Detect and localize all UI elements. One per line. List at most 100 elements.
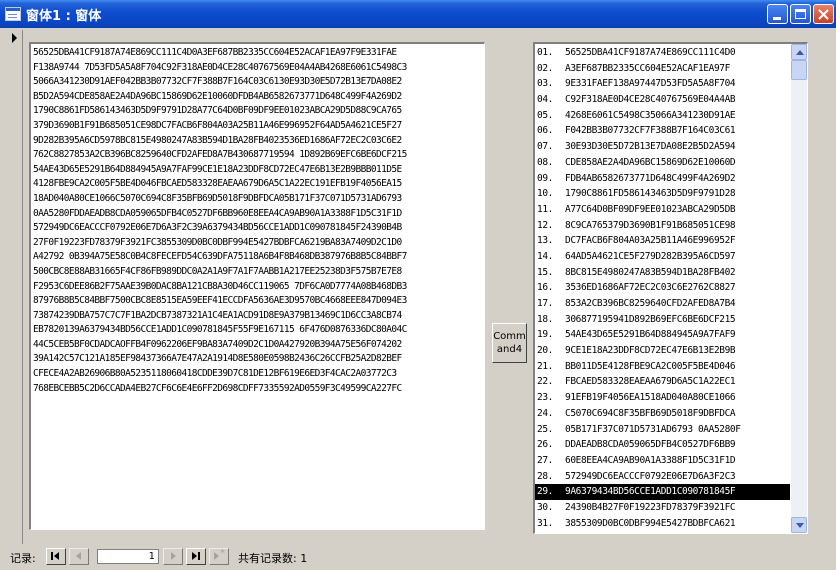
list-item-number: 30.	[537, 501, 553, 513]
list-item[interactable]: 12. 8C9CA765379D3690B1F91B685051CE98	[535, 218, 790, 234]
text-line: 56525DBA41CF9187A74E869CC111C4D0A3EF687B…	[33, 47, 397, 58]
next-record-button[interactable]	[163, 548, 183, 565]
list-item[interactable]: 03. 9E331FAEF138A97447D53FD5A5A8F704	[535, 76, 790, 92]
list-item-number: 12.	[537, 219, 553, 231]
maximize-icon	[795, 9, 806, 19]
list-scrollbar[interactable]	[791, 44, 807, 533]
title-bar[interactable]: 窗体1 : 窗体	[0, 0, 836, 28]
list-item[interactable]: 24. C5070C694C8F35BFB69D5018F9DBFDCA	[535, 406, 790, 422]
text-line: 4128FBE9CA2C005F5BE4D046FBCAED583328EAEA…	[33, 178, 402, 190]
list-item-text: 1790C8861FD586143463D5D9F9791D28	[565, 188, 736, 200]
text-line: 0AA5280FDDAEADB8CDA059065DFB4C0527DF6BB9…	[33, 207, 402, 219]
window-title: 窗体1 : 窗体	[26, 9, 102, 24]
text-line: 18AD040A80CE1066C5070C694C8F35BFB69D5018…	[33, 192, 402, 204]
record-label: 记录:	[10, 552, 36, 565]
list-item[interactable]: 04. C92F318AE0D4CE28C40767569E04A4AB	[535, 92, 790, 108]
record-navigation-bar: 记录: 1 * 共有记录数: 1	[0, 544, 836, 570]
list-item-text: F042BB3B07732CF7F388B7F164C03C61	[565, 125, 736, 137]
record-selector[interactable]	[4, 30, 23, 550]
previous-record-icon	[76, 552, 81, 560]
text-line: 9D282B395A6CD5978BC815E4980247A83B594D1B…	[33, 134, 402, 146]
maximize-button[interactable]	[790, 4, 811, 24]
list-item[interactable]: 18. 306877195941D892B69EFC6BE6DCF215	[535, 312, 790, 328]
command4-label-line2: and4	[496, 344, 523, 355]
current-record-field[interactable]: 1	[97, 549, 159, 564]
text-line: F138A9744 7D53FD5A5A8F704C92F318AE0D4CE2…	[33, 61, 407, 73]
text-line: EB7820139A6379434BD56CCE1ADD1C090781845F…	[33, 324, 407, 336]
list-item[interactable]: 14. 64AD5A4621CE5F279D282B395A6CD597	[535, 249, 790, 265]
hex-list-box[interactable]: 01. 56525DBA41CF9187A74E869CC111C4D0 02. A3…	[533, 42, 808, 534]
list-item-number: 22.	[537, 376, 553, 388]
list-item[interactable]: 05. 4268E6061C5498C35066A341230D91AE	[535, 108, 790, 124]
last-record-button[interactable]	[186, 548, 206, 565]
list-item[interactable]: 23. 91EFB19F4056EA1518AD040A80CE1066	[535, 390, 790, 406]
list-item-text: CDE858AE2A4DA96BC15869D62E10060D	[565, 156, 736, 168]
text-line: 44C5CEB5BF0CDADCAOFFB4F0962206EF9BA83A74…	[33, 338, 402, 350]
text-line: F2953C6DEE86B2F75AAE39B0DAC8BA121CB8A30D…	[33, 280, 407, 292]
list-item[interactable]: 31. 3855309D0BC0DBF994E5427BDBFCA621	[535, 516, 790, 532]
list-item-number: 31.	[537, 517, 553, 529]
list-item[interactable]: 32.9BA83A7409D2C1D0A427920B394A75E5	[535, 531, 790, 534]
list-item-text: FDB4AB6582673771D648C499F4A269D2	[565, 172, 736, 184]
text-line: 87976B8B5C84BBF7500CBC8E8515EA59EEF41ECC…	[33, 295, 407, 307]
minimize-button[interactable]	[767, 4, 788, 24]
scroll-thumb[interactable]	[791, 60, 807, 80]
list-item[interactable]: 26. DDAEADB8CDA059065DFB4C0527DF6BB9	[535, 437, 790, 453]
new-record-button[interactable]: *	[209, 548, 229, 565]
text-line: 27F0F19223FD78379F3921FC3855309D0BC0DBF9…	[33, 236, 402, 248]
list-item[interactable]: 29. 9A6379434BD56CCE1ADD1C090781845F	[535, 484, 790, 500]
previous-record-button[interactable]	[69, 548, 89, 565]
list-item[interactable]: 30. 24390B4B27F0F19223FD78379F3921FC	[535, 500, 790, 516]
list-item-number: 14.	[537, 250, 553, 262]
list-item-number: 24.	[537, 407, 553, 419]
text-line: A42792 0B394A75E58C0B4C8FECEFD54C639DFA7…	[33, 251, 407, 263]
list-item-text: 05B171F37C071D5731AD6793 0AA5280F	[565, 423, 741, 435]
list-item[interactable]: 22. FBCAED583328EAEAA679D6A5C1A22EC1	[535, 374, 790, 390]
hex-text-box[interactable]: 56525DBA41CF9187A74E869CC111C4D0A3EF687B…	[29, 42, 485, 530]
list-item-number: 02.	[537, 62, 553, 74]
list-item[interactable]: 16. 3536ED1686AF72EC2C03C6E2762C8827	[535, 280, 790, 296]
list-item[interactable]: 21. BB011D5E4128FBE9CA2C005F5BE4D046	[535, 359, 790, 375]
list-item-text: 853A2CB396BC8259640CFD2AFED8A7B4	[565, 298, 736, 309]
list-item-number: 18.	[537, 313, 553, 325]
list-item-text: 572949DC6EACCCF0792E06E7D6A3F2C3	[565, 470, 736, 482]
minimize-icon	[773, 17, 781, 20]
list-item[interactable]: 10. 1790C8861FD586143463D5D9F9791D28	[535, 186, 790, 202]
list-item-text: 60E8EEA4CA9AB90A1A3388F1D5C31F1D	[565, 454, 736, 466]
list-item[interactable]: 06. F042BB3B07732CF7F388B7F164C03C61	[535, 123, 790, 139]
command4-button[interactable]: Comm and4	[492, 323, 527, 363]
list-item[interactable]: 11. A77C64D0BF09DF9EE01023ABCA29D5DB	[535, 202, 790, 218]
list-item-text: FBCAED583328EAEAA679D6A5C1A22EC1	[565, 376, 736, 388]
form-icon	[5, 7, 21, 21]
list-items: 01. 56525DBA41CF9187A74E869CC111C4D0 02. A3…	[535, 45, 790, 534]
list-item[interactable]: 27. 60E8EEA4CA9AB90A1A3388F1D5C31F1D	[535, 453, 790, 469]
list-item-number: 28.	[537, 470, 553, 482]
text-line: 768EBCEBB5C2D6CCADA4EB27CF6C6E4E6FF2D698…	[33, 382, 402, 394]
new-record-icon	[214, 552, 219, 560]
list-item[interactable]: 07. 30E93D30E5D72B13E7DA08E2B5D2A594	[535, 139, 790, 155]
list-item-number: 29.	[537, 486, 553, 498]
list-item[interactable]: 17. 853A2CB396BC8259640CFD2AFED8A7B4	[535, 296, 790, 312]
list-item[interactable]: 09. FDB4AB6582673771D648C499F4A269D2	[535, 171, 790, 187]
list-item[interactable]: 08. CDE858AE2A4DA96BC15869D62E10060D	[535, 155, 790, 171]
list-item[interactable]: 13. DC7FACB6F804A03A25B11A46E996952F	[535, 233, 790, 249]
list-item-text: 9BA83A7409D2C1D0A427920B394A75E5	[565, 533, 735, 534]
list-item[interactable]: 20. 9CE1E18A23DDF8CD72EC47E6B13E2B9B	[535, 343, 790, 359]
scroll-down-button[interactable]	[791, 517, 807, 533]
list-item-text: 3855309D0BC0DBF994E5427BDBFCA621	[565, 517, 736, 529]
list-item-text: BB011D5E4128FBE9CA2C005F5BE4D046	[565, 360, 736, 372]
close-button[interactable]	[813, 4, 834, 24]
list-item[interactable]: 28. 572949DC6EACCCF0792E06E7D6A3F2C3	[535, 469, 790, 485]
text-line: B5D2A594CDE858AE2A4DA96BC15869D62E10060D…	[33, 90, 402, 102]
scroll-up-button[interactable]	[791, 44, 807, 60]
list-item[interactable]: 01. 56525DBA41CF9187A74E869CC111C4D0	[535, 45, 790, 61]
list-item-number: 11.	[537, 203, 553, 215]
list-item[interactable]: 25. 05B171F37C071D5731AD6793 0AA5280F	[535, 422, 790, 438]
first-record-button[interactable]	[46, 548, 66, 565]
text-line: 762C8827853A2CB396BC8259640CFD2AFED8A7B4…	[33, 149, 407, 161]
list-item[interactable]: 15. 8BC815E4980247A83B594D1BA28FB402	[535, 265, 790, 281]
text-line: 572949DC6EACCCF0792E06E7D6A3F2C39A637943…	[33, 222, 402, 234]
list-item[interactable]: 02. A3EF687BB2335CC604E52ACAF1EA97F	[535, 61, 790, 77]
text-line: CFECE4A2AB26906B80A5235118060418CDDE39D7…	[33, 368, 397, 380]
list-item[interactable]: 19. 54AE43D65E5291B64D884945A9A7FAF9	[535, 327, 790, 343]
